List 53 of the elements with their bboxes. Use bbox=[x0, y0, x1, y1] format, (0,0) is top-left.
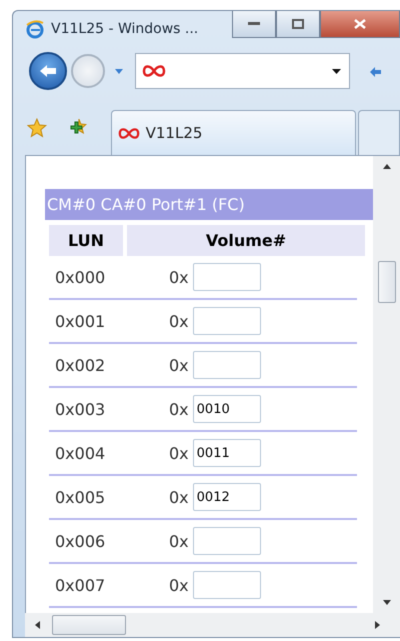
hex-prefix: 0x bbox=[169, 488, 189, 506]
hex-prefix: 0x bbox=[169, 356, 189, 374]
back-arrow-icon bbox=[38, 63, 58, 79]
browser-tab[interactable]: V11L25 bbox=[110, 110, 356, 155]
lun-cell-text: 0x007 bbox=[54, 576, 106, 594]
lun-cell-text: 0x000 bbox=[54, 268, 106, 286]
column-header: LUN bbox=[49, 225, 123, 256]
back-button[interactable] bbox=[29, 52, 67, 90]
scroll-left-icon[interactable] bbox=[35, 621, 40, 629]
hex-prefix: 0x bbox=[169, 576, 189, 594]
caret-icon bbox=[332, 68, 341, 74]
scrollbar-thumb[interactable] bbox=[378, 261, 396, 303]
address-field[interactable] bbox=[135, 53, 350, 89]
close-button[interactable] bbox=[320, 11, 400, 38]
scroll-down-icon[interactable] bbox=[382, 600, 390, 605]
scroll-up-icon[interactable] bbox=[382, 164, 390, 169]
volume-field[interactable] bbox=[192, 351, 261, 379]
volume-field[interactable]: 0010 bbox=[192, 395, 261, 423]
column-header: Volume# bbox=[127, 225, 365, 256]
new-tab-button[interactable] bbox=[358, 110, 400, 155]
star-icon[interactable] bbox=[27, 118, 47, 138]
window-title: V11L25 - Windows ... bbox=[51, 21, 198, 37]
minimize-button[interactable] bbox=[232, 11, 276, 38]
scroll-right-icon[interactable] bbox=[375, 621, 380, 629]
minimize-icon bbox=[248, 22, 260, 26]
hex-prefix: 0x bbox=[169, 532, 189, 550]
site-logo-icon bbox=[118, 126, 140, 140]
lun-cell-text: 0x003 bbox=[54, 400, 106, 418]
hex-prefix: 0x bbox=[169, 312, 189, 330]
volume-field[interactable]: 0012 bbox=[192, 483, 261, 511]
history-caret-icon[interactable] bbox=[115, 68, 123, 74]
lun-cell-text: 0x006 bbox=[54, 532, 106, 550]
volume-field[interactable] bbox=[192, 527, 261, 555]
lun-cell-text: 0x005 bbox=[54, 488, 106, 506]
maximize-icon bbox=[292, 19, 304, 29]
hex-prefix: 0x bbox=[169, 400, 189, 418]
lun-cell-text: 0x001 bbox=[54, 312, 106, 330]
volume-field[interactable]: 0011 bbox=[192, 439, 261, 467]
vertical-scrollbar[interactable] bbox=[373, 156, 400, 613]
hex-prefix: 0x bbox=[169, 268, 189, 286]
lun-cell-text: 0x002 bbox=[54, 356, 106, 374]
browser-logo-icon bbox=[25, 19, 45, 39]
volume-field[interactable] bbox=[192, 263, 261, 291]
volume-field[interactable] bbox=[192, 571, 261, 599]
horizontal-scrollbar[interactable] bbox=[25, 613, 400, 637]
lun-cell-text: 0x004 bbox=[54, 444, 106, 462]
hex-prefix: 0x bbox=[169, 444, 189, 462]
site-logo-icon bbox=[142, 64, 166, 78]
volume-field[interactable] bbox=[192, 307, 261, 335]
scrollbar-thumb[interactable] bbox=[52, 615, 126, 635]
close-icon bbox=[354, 19, 366, 29]
maximize-button[interactable] bbox=[276, 11, 320, 38]
section-title: CM#0 CA#0 Port#1 (FC) bbox=[45, 189, 373, 220]
